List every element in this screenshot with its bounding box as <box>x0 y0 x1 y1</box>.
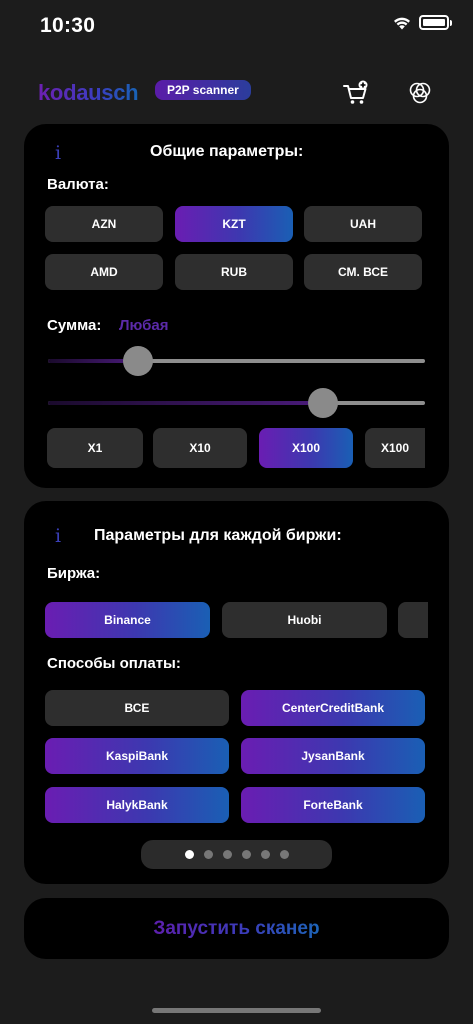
payment-option-halykbank[interactable]: HalykBank <box>45 787 229 823</box>
exchange-params-title: Параметры для каждой биржи: <box>94 527 342 544</box>
slider-fill <box>48 401 324 405</box>
currency-option-azn[interactable]: AZN <box>45 206 163 242</box>
page-dot[interactable] <box>279 850 289 859</box>
payment-option-kaspibank[interactable]: KaspiBank <box>45 738 229 774</box>
start-scanner-button[interactable]: Запустить сканер <box>24 898 449 959</box>
status-bar: 10:30 <box>0 0 473 52</box>
payment-option-all[interactable]: ВСЕ <box>45 690 229 726</box>
currency-option-see-all[interactable]: СМ. ВСЕ <box>304 254 422 290</box>
wifi-icon <box>394 17 410 29</box>
p2p-scanner-badge: P2P scanner <box>155 80 251 100</box>
info-icon[interactable]: i <box>49 525 67 547</box>
battery-icon <box>419 15 452 30</box>
multiplier-x1[interactable]: X1 <box>47 428 143 468</box>
currency-option-uah[interactable]: UAH <box>304 206 422 242</box>
multiplier-x10[interactable]: X10 <box>153 428 247 468</box>
status-time: 10:30 <box>40 14 96 37</box>
layers-button[interactable] <box>405 78 435 108</box>
layers-circles-icon <box>409 82 431 104</box>
app-header: kodausch P2P scanner <box>0 72 473 112</box>
multiplier-x100[interactable]: X100 <box>259 428 353 468</box>
cart-button[interactable] <box>340 78 370 108</box>
payment-option-fortebank[interactable]: ForteBank <box>241 787 425 823</box>
home-indicator <box>152 1008 321 1013</box>
page-dot[interactable] <box>222 850 232 859</box>
exchange-label: Биржа: <box>47 565 101 582</box>
general-params-card: i Общие параметры: Валюта: AZN KZT UAH A… <box>24 124 449 488</box>
amount-slider-min[interactable] <box>48 346 425 376</box>
exchange-option-binance[interactable]: Binance <box>45 602 210 638</box>
start-scanner-label: Запустить сканер <box>153 917 320 939</box>
slider-thumb[interactable] <box>123 346 154 376</box>
exchange-option-huobi[interactable]: Huobi <box>222 602 387 638</box>
payment-option-jysanbank[interactable]: JysanBank <box>241 738 425 774</box>
page-indicator[interactable] <box>141 840 332 869</box>
page-dot[interactable] <box>203 850 213 859</box>
currency-label: Валюта: <box>47 176 109 193</box>
currency-option-amd[interactable]: AMD <box>45 254 163 290</box>
app-logo: kodausch <box>38 80 139 105</box>
amount-slider-max[interactable] <box>48 388 425 418</box>
page-dot[interactable] <box>184 850 194 859</box>
slider-thumb[interactable] <box>308 388 339 418</box>
page-dot[interactable] <box>241 850 251 859</box>
page-dot[interactable] <box>260 850 270 859</box>
multiplier-x1000-partial[interactable]: X100 <box>365 428 425 468</box>
exchange-option-partial[interactable] <box>398 602 428 638</box>
general-params-title: Общие параметры: <box>150 143 304 160</box>
currency-option-kzt[interactable]: KZT <box>175 206 293 242</box>
payment-option-centercreditbank[interactable]: CenterCreditBank <box>241 690 425 726</box>
status-icons <box>393 15 452 30</box>
amount-label: Сумма: <box>47 317 102 334</box>
exchange-params-card: i Параметры для каждой биржи: Биржа: Bin… <box>24 501 449 884</box>
cart-plus-icon <box>343 80 368 104</box>
currency-option-rub[interactable]: RUB <box>175 254 293 290</box>
info-icon[interactable]: i <box>49 142 67 164</box>
amount-value: Любая <box>119 317 169 334</box>
payment-methods-label: Способы оплаты: <box>47 655 181 672</box>
